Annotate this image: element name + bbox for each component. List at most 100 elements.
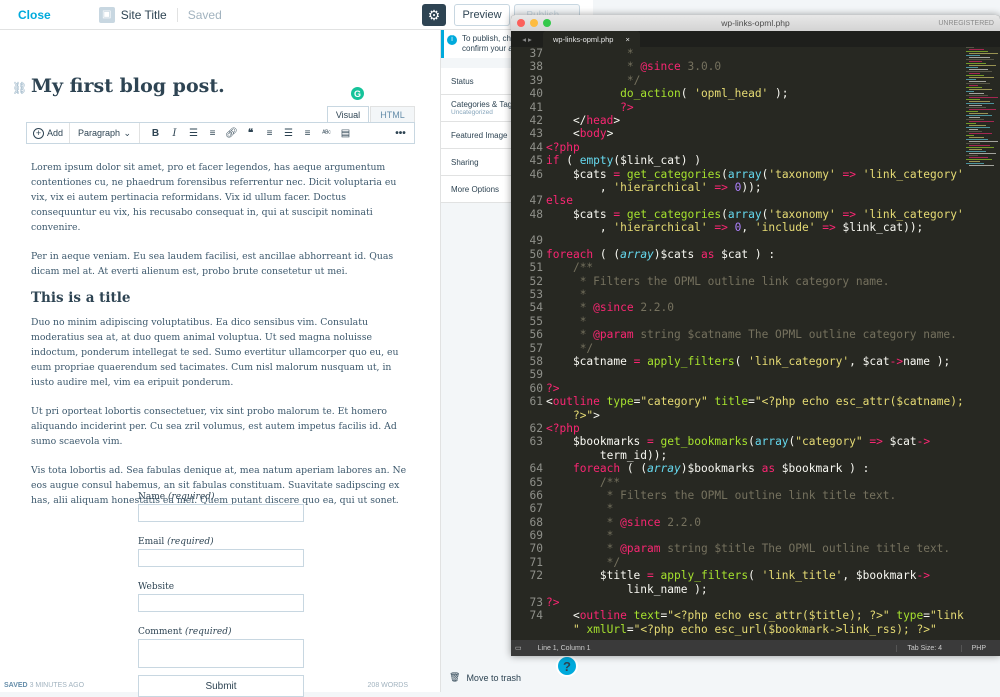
- minimap-line: [966, 87, 982, 88]
- code-line[interactable]: foreach ( (array)$bookmarks as $bookmark…: [546, 462, 966, 475]
- code-editor[interactable]: 37 38 39 40 41 42 43 44 45 46 47 48 49 50 51 52 53 54 55 56…: [511, 47, 1000, 640]
- code-line[interactable]: $title = apply_filters( 'link_title', $b…: [546, 569, 966, 582]
- minimap-line: [969, 81, 986, 82]
- minimap[interactable]: [966, 47, 1000, 640]
- code-line[interactable]: *: [546, 529, 966, 542]
- tab-nav-arrows-icon[interactable]: ◂ ▸: [511, 35, 543, 44]
- post-title-input[interactable]: My first blog post.: [31, 75, 225, 97]
- email-field[interactable]: [138, 549, 304, 567]
- minimap-line: [969, 105, 982, 106]
- code-line[interactable]: else: [546, 194, 966, 207]
- more-icon[interactable]: •••: [391, 128, 410, 139]
- sublime-title-bar: wp-links-opml.php UNREGISTERED: [511, 15, 1000, 31]
- line-number: 72: [529, 569, 543, 583]
- code-line[interactable]: <?php: [546, 422, 966, 435]
- code-line[interactable]: * @param string $title The OPML outline …: [546, 542, 966, 555]
- minimap-line: [969, 161, 980, 162]
- code-line[interactable]: * @param string $catname The OPML outlin…: [546, 328, 966, 341]
- line-number: 66: [529, 488, 543, 502]
- code-line[interactable]: $cats = get_categories(array('taxonomy' …: [546, 208, 966, 221]
- code-line[interactable]: <body>: [546, 127, 966, 140]
- line-number: [511, 583, 543, 596]
- code-line[interactable]: /**: [546, 261, 966, 274]
- code-lines[interactable]: * * @since 3.0.0 */ do_action( 'opml_hea…: [546, 47, 966, 636]
- line-number: 73: [529, 596, 543, 610]
- bold-icon[interactable]: B: [146, 128, 165, 139]
- panel-toggle-icon[interactable]: ▭: [511, 644, 522, 652]
- code-line[interactable]: term_id));: [546, 449, 966, 462]
- minimap-line: [966, 91, 974, 92]
- site-icon: ▣: [98, 6, 115, 23]
- italic-icon[interactable]: I: [165, 128, 184, 139]
- link-icon[interactable]: 🔗︎: [222, 128, 241, 139]
- code-line[interactable]: $cats = get_categories(array('taxonomy' …: [546, 168, 966, 181]
- code-line[interactable]: * @since 2.2.0: [546, 301, 966, 314]
- comment-textarea[interactable]: [138, 639, 304, 668]
- paragraph-format-select[interactable]: Paragraph ⌄: [70, 123, 141, 143]
- close-tab-icon[interactable]: ×: [625, 35, 629, 44]
- syntax-language[interactable]: PHP: [960, 644, 986, 652]
- line-number: [511, 221, 543, 234]
- code-line[interactable]: $bookmarks = get_bookmarks(array("catego…: [546, 435, 966, 448]
- code-line[interactable]: * @since 3.0.0: [546, 60, 966, 73]
- code-line[interactable]: [546, 234, 966, 247]
- help-button[interactable]: ?: [556, 655, 578, 677]
- code-line[interactable]: </head>: [546, 114, 966, 127]
- line-number: [511, 449, 543, 462]
- code-line[interactable]: do_action( 'opml_head' );: [546, 87, 966, 100]
- code-line[interactable]: <outline text="<?php echo esc_attr($titl…: [546, 609, 966, 622]
- line-number: 58: [529, 354, 543, 368]
- code-line[interactable]: ?>: [546, 596, 966, 609]
- code-line[interactable]: <?php: [546, 141, 966, 154]
- code-line[interactable]: */: [546, 342, 966, 355]
- code-line[interactable]: *: [546, 502, 966, 515]
- settings-gear-button[interactable]: ⚙: [422, 4, 446, 26]
- spellcheck-icon[interactable]: ᴬᴮᶜ: [317, 130, 336, 137]
- code-line[interactable]: ?>">: [546, 409, 966, 422]
- code-line[interactable]: link_name );: [546, 583, 966, 596]
- align-left-icon[interactable]: ≡: [260, 128, 279, 139]
- code-line[interactable]: ?>: [546, 382, 966, 395]
- code-line[interactable]: * Filters the OPML outline link title te…: [546, 489, 966, 502]
- align-right-icon[interactable]: ≡: [298, 128, 317, 139]
- website-field[interactable]: [138, 594, 304, 612]
- grammarly-icon[interactable]: G: [351, 87, 364, 100]
- add-media-button[interactable]: + Add: [27, 123, 71, 143]
- minimap-line: [966, 63, 986, 64]
- code-line[interactable]: " xmlUrl="<?php echo esc_url($bookmark->…: [546, 623, 966, 636]
- move-to-trash-button[interactable]: 🗑︎ Move to trash: [449, 672, 521, 683]
- code-line[interactable]: if ( empty($link_cat) ): [546, 154, 966, 167]
- code-line[interactable]: $catname = apply_filters( 'link_category…: [546, 355, 966, 368]
- preview-button[interactable]: Preview: [454, 4, 510, 26]
- code-line[interactable]: *: [546, 288, 966, 301]
- tab-visual[interactable]: Visual: [327, 106, 369, 123]
- unordered-list-icon[interactable]: ☰: [184, 128, 203, 139]
- code-line[interactable]: [546, 368, 966, 381]
- name-field[interactable]: [138, 504, 304, 522]
- code-line[interactable]: foreach ( (array)$cats as $cat ) :: [546, 248, 966, 261]
- code-line[interactable]: , 'hierarchical' => 0, 'include' => $lin…: [546, 221, 966, 234]
- file-tab[interactable]: wp-links-opml.php ×: [543, 31, 640, 47]
- close-button[interactable]: Close: [0, 8, 69, 22]
- permalink-icon[interactable]: ⛓: [12, 81, 27, 95]
- tab-html[interactable]: HTML: [370, 106, 415, 123]
- code-line[interactable]: * Filters the OPML outline link category…: [546, 275, 966, 288]
- code-line[interactable]: *: [546, 47, 966, 60]
- code-line[interactable]: */: [546, 556, 966, 569]
- ordered-list-icon[interactable]: ≡: [203, 128, 222, 139]
- code-line[interactable]: */: [546, 74, 966, 87]
- line-number: 43: [529, 127, 543, 141]
- post-content[interactable]: Lorem ipsum dolor sit amet, pro et facer…: [31, 160, 411, 522]
- code-line[interactable]: <outline type="category" title="<?php ec…: [546, 395, 966, 408]
- code-line[interactable]: ?>: [546, 101, 966, 114]
- keyboard-icon[interactable]: ▤: [336, 128, 355, 139]
- quote-icon[interactable]: ❝: [241, 128, 260, 139]
- code-line[interactable]: *: [546, 315, 966, 328]
- line-number: 44: [529, 140, 543, 154]
- code-line[interactable]: /**: [546, 476, 966, 489]
- code-line[interactable]: , 'hierarchical' => 0));: [546, 181, 966, 194]
- code-line[interactable]: * @since 2.2.0: [546, 516, 966, 529]
- tab-size[interactable]: Tab Size: 4: [896, 644, 942, 652]
- site-title[interactable]: Site Title: [121, 8, 167, 22]
- align-center-icon[interactable]: ☰: [279, 128, 298, 139]
